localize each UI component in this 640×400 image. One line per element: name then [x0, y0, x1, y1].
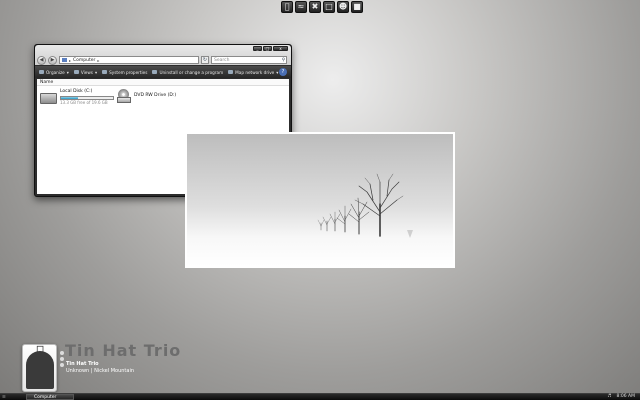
winter-trees-image	[187, 134, 453, 266]
uninstall-icon	[152, 70, 158, 74]
search-placeholder: Search	[214, 57, 230, 63]
track-album: Unknown | Nickel Mountain	[66, 368, 135, 374]
address-bar[interactable]: ▸ Computer ▸	[59, 56, 199, 64]
chevron-down-icon: ▾	[95, 69, 98, 75]
maximize-button[interactable]: □	[263, 46, 272, 51]
drive-name: DVD RW Drive (D:)	[134, 93, 177, 98]
taskbar: ☰ Computer ♬ 8:06 AM	[0, 393, 640, 400]
chevron-down-icon: ▾	[66, 69, 69, 75]
system-properties-label: System properties	[109, 69, 148, 75]
hard-disk-icon	[40, 93, 57, 104]
help-icon[interactable]: ?	[279, 68, 287, 76]
start-button[interactable]: ☰	[2, 394, 18, 400]
play-button[interactable]	[60, 357, 64, 361]
window-icon[interactable]: ■	[351, 1, 363, 13]
taskbar-item-computer[interactable]: Computer	[26, 394, 74, 400]
system-properties-button[interactable]: System properties	[102, 70, 147, 75]
drive-usage-fill	[61, 97, 78, 99]
drive-item-c[interactable]: Local Disk (C:) 13.3 GB free of 19.6 GB	[40, 89, 114, 106]
search-icon: ⚲	[281, 57, 285, 63]
close-button[interactable]: x	[273, 46, 288, 51]
views-button[interactable]: Views ▾	[73, 69, 98, 75]
finder-icon[interactable]: ☻	[337, 1, 349, 13]
organize-label: Organize	[46, 69, 65, 75]
drive-item-d[interactable]: DVD RW Drive (D:)	[117, 89, 176, 103]
address-path: Computer	[73, 57, 96, 63]
navigation-row: ◀ ▶ ▸ Computer ▸ ↻ Search ⚲	[37, 55, 289, 65]
map-drive-label: Map network drive	[235, 69, 275, 75]
uninstall-label: Uninstall or change a program	[159, 69, 224, 75]
map-network-drive-button[interactable]: Map network drive ▾	[228, 70, 278, 75]
search-input[interactable]: Search ⚲	[211, 56, 287, 64]
window-controls: _ □ x	[253, 46, 288, 51]
organize-icon	[39, 70, 44, 74]
back-button[interactable]: ◀	[37, 55, 46, 65]
organize-button[interactable]: Organize ▾	[39, 70, 69, 75]
player-controls	[60, 351, 64, 367]
next-button[interactable]	[60, 363, 64, 367]
column-header-name[interactable]: Name	[37, 79, 289, 86]
apple-icon[interactable]: 	[281, 1, 293, 13]
chevron-right-icon: ▸	[69, 57, 72, 63]
network-drive-icon	[228, 70, 234, 74]
sticky-note-icon[interactable]: □	[323, 1, 335, 13]
uninstall-button[interactable]: Uninstall or change a program	[152, 70, 223, 75]
track-name: Tin Hat Trio	[66, 361, 99, 367]
chevron-right-icon: ▸	[97, 57, 100, 63]
tools-icon[interactable]: ✖	[309, 1, 321, 13]
album-art[interactable]: 	[22, 344, 57, 392]
command-bar: Organize ▾ Views ▾ System properties Uni…	[35, 66, 291, 78]
clock[interactable]: 8:06 AM	[617, 394, 636, 400]
previous-button[interactable]	[60, 351, 64, 355]
drive-free-space: 13.3 GB free of 19.6 GB	[60, 100, 108, 105]
dvd-drive-icon	[117, 89, 131, 103]
now-playing-artist: Tin Hat Trio	[65, 341, 182, 360]
system-tray: ♬ 8:06 AM	[607, 394, 635, 400]
views-label: Views	[80, 69, 93, 75]
apple-logo-icon: 	[33, 345, 47, 359]
top-dock:  ≈ ✖ □ ☻ ■	[281, 1, 363, 13]
forward-button[interactable]: ▶	[48, 55, 57, 65]
taskbar-item-label: Computer	[34, 395, 57, 400]
wifi-icon[interactable]: ≈	[295, 1, 307, 13]
computer-icon	[62, 58, 67, 62]
title-bar[interactable]: _ □ x ◀ ▶ ▸ Computer ▸ ↻ Search ⚲	[35, 45, 291, 65]
wallpaper-photo	[185, 132, 455, 268]
views-icon	[73, 70, 79, 74]
system-properties-icon	[102, 70, 108, 74]
volume-icon[interactable]: ♬	[607, 394, 611, 400]
minimize-button[interactable]: _	[253, 46, 262, 51]
track-info: Tin Hat Trio Unknown | Nickel Mountain	[66, 361, 134, 375]
refresh-button[interactable]: ↻	[201, 56, 209, 64]
drive-name: Local Disk (C:)	[60, 89, 93, 94]
